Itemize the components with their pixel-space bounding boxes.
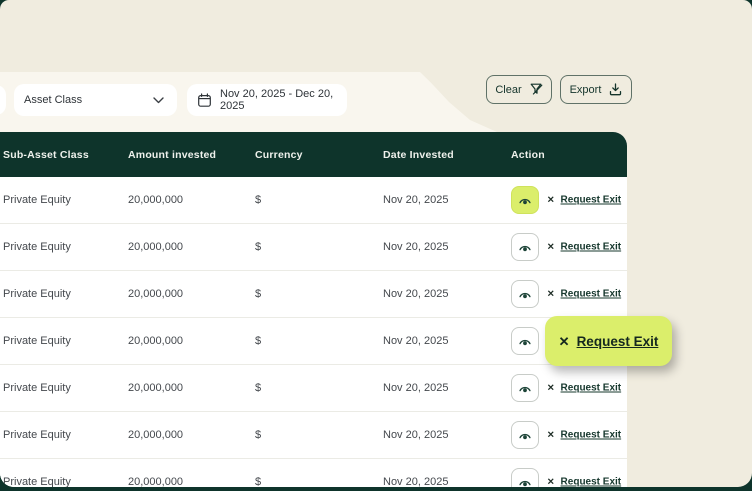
table-body: Private Equity 20,000,000 $ Nov 20, 2025…: [0, 177, 627, 487]
eye-icon: [518, 382, 532, 395]
cell-date-invested: Nov 20, 2025: [383, 429, 449, 441]
table-row: Private Equity 20,000,000 $ Nov 20, 2025…: [0, 318, 627, 365]
download-icon: [609, 83, 622, 96]
date-range-value: Nov 20, 2025 - Dec 20, 2025: [220, 88, 334, 112]
cell-currency: $: [255, 241, 262, 253]
cell-sub-asset-class: Private Equity: [3, 429, 71, 441]
app-panel: Asset Class Nov 20, 2025 - Dec 20, 2025 …: [0, 0, 752, 487]
cell-currency: $: [255, 382, 262, 394]
cell-date-invested: Nov 20, 2025: [383, 288, 449, 300]
table-row: Private Equity 20,000,000 $ Nov 20, 2025…: [0, 271, 627, 318]
view-button[interactable]: [511, 421, 539, 449]
column-header-amount-invested: Amount invested: [128, 148, 217, 161]
cell-date-invested: Nov 20, 2025: [383, 382, 449, 394]
request-exit-link: Request Exit: [560, 241, 622, 253]
eye-icon: [518, 476, 532, 488]
eye-icon: [518, 335, 532, 348]
request-exit-link: Request Exit: [560, 429, 622, 441]
cell-amount-invested: 20,000,000: [128, 194, 184, 206]
asset-class-label: Asset Class: [24, 94, 83, 106]
close-icon: ✕: [547, 288, 555, 299]
export-button[interactable]: Export: [560, 75, 632, 104]
eye-icon: [518, 429, 532, 442]
eye-icon: [518, 288, 532, 301]
cell-sub-asset-class: Private Equity: [3, 241, 71, 253]
request-exit-magnified-tooltip[interactable]: ✕ Request Exit: [545, 316, 672, 366]
filter-clear-icon: [530, 83, 543, 96]
cell-date-invested: Nov 20, 2025: [383, 335, 449, 347]
close-icon: ✕: [547, 194, 555, 205]
column-header-currency: Currency: [255, 148, 303, 161]
cell-sub-asset-class: Private Equity: [3, 194, 71, 206]
view-button[interactable]: [511, 374, 539, 402]
investments-table: Sub-Asset Class Amount invested Currency…: [0, 132, 627, 487]
clear-button[interactable]: Clear: [486, 75, 552, 104]
eye-icon: [518, 241, 532, 254]
column-header-sub-asset-class: Sub-Asset Class: [3, 148, 89, 161]
cell-date-invested: Nov 20, 2025: [383, 241, 449, 253]
table-header: Sub-Asset Class Amount invested Currency…: [0, 132, 627, 177]
column-header-date-invested: Date Invested: [383, 148, 454, 161]
column-header-action: Action: [511, 148, 545, 161]
cell-sub-asset-class: Private Equity: [3, 382, 71, 394]
table-row: Private Equity 20,000,000 $ Nov 20, 2025…: [0, 412, 627, 459]
close-icon: ✕: [558, 333, 570, 349]
request-exit-action[interactable]: ✕ Request Exit: [547, 195, 621, 206]
view-button[interactable]: [511, 186, 539, 214]
request-exit-action[interactable]: ✕ Request Exit: [547, 477, 621, 488]
table-row: Private Equity 20,000,000 $ Nov 20, 2025…: [0, 177, 627, 224]
table-row: Private Equity 20,000,000 $ Nov 20, 2025…: [0, 459, 627, 487]
close-icon: ✕: [547, 476, 555, 487]
view-button[interactable]: [511, 327, 539, 355]
request-exit-link: Request Exit: [560, 194, 622, 206]
cell-amount-invested: 20,000,000: [128, 476, 184, 487]
request-exit-action[interactable]: ✕ Request Exit: [547, 242, 621, 253]
cell-sub-asset-class: Private Equity: [3, 476, 71, 487]
request-exit-action[interactable]: ✕ Request Exit: [547, 289, 621, 300]
cell-amount-invested: 20,000,000: [128, 288, 184, 300]
calendar-icon: [197, 92, 212, 108]
cell-currency: $: [255, 288, 262, 300]
close-icon: ✕: [547, 241, 555, 252]
cell-currency: $: [255, 194, 262, 206]
request-exit-action[interactable]: ✕ Request Exit: [547, 430, 621, 441]
cell-amount-invested: 20,000,000: [128, 382, 184, 394]
request-exit-action[interactable]: ✕ Request Exit: [547, 383, 621, 394]
close-icon: ✕: [547, 429, 555, 440]
close-icon: ✕: [547, 382, 555, 393]
request-exit-link: Request Exit: [576, 333, 659, 349]
cell-amount-invested: 20,000,000: [128, 429, 184, 441]
cell-sub-asset-class: Private Equity: [3, 335, 71, 347]
view-button[interactable]: [511, 468, 539, 487]
asset-class-dropdown[interactable]: Asset Class: [14, 84, 177, 116]
cell-sub-asset-class: Private Equity: [3, 288, 71, 300]
table-row: Private Equity 20,000,000 $ Nov 20, 2025…: [0, 365, 627, 412]
request-exit-link: Request Exit: [560, 476, 622, 488]
date-range-picker[interactable]: Nov 20, 2025 - Dec 20, 2025: [187, 84, 347, 116]
cell-date-invested: Nov 20, 2025: [383, 476, 449, 487]
cell-date-invested: Nov 20, 2025: [383, 194, 449, 206]
cell-currency: $: [255, 429, 262, 441]
cell-currency: $: [255, 335, 262, 347]
view-button[interactable]: [511, 280, 539, 308]
cell-amount-invested: 20,000,000: [128, 335, 184, 347]
cell-amount-invested: 20,000,000: [128, 241, 184, 253]
request-exit-link: Request Exit: [560, 382, 622, 394]
cell-currency: $: [255, 476, 262, 487]
export-button-label: Export: [569, 83, 602, 96]
table-row: Private Equity 20,000,000 $ Nov 20, 2025…: [0, 224, 627, 271]
eye-icon: [518, 194, 532, 207]
view-button[interactable]: [511, 233, 539, 261]
clear-button-label: Clear: [495, 83, 522, 96]
chevron-down-icon: [153, 96, 164, 104]
request-exit-link: Request Exit: [560, 288, 622, 300]
